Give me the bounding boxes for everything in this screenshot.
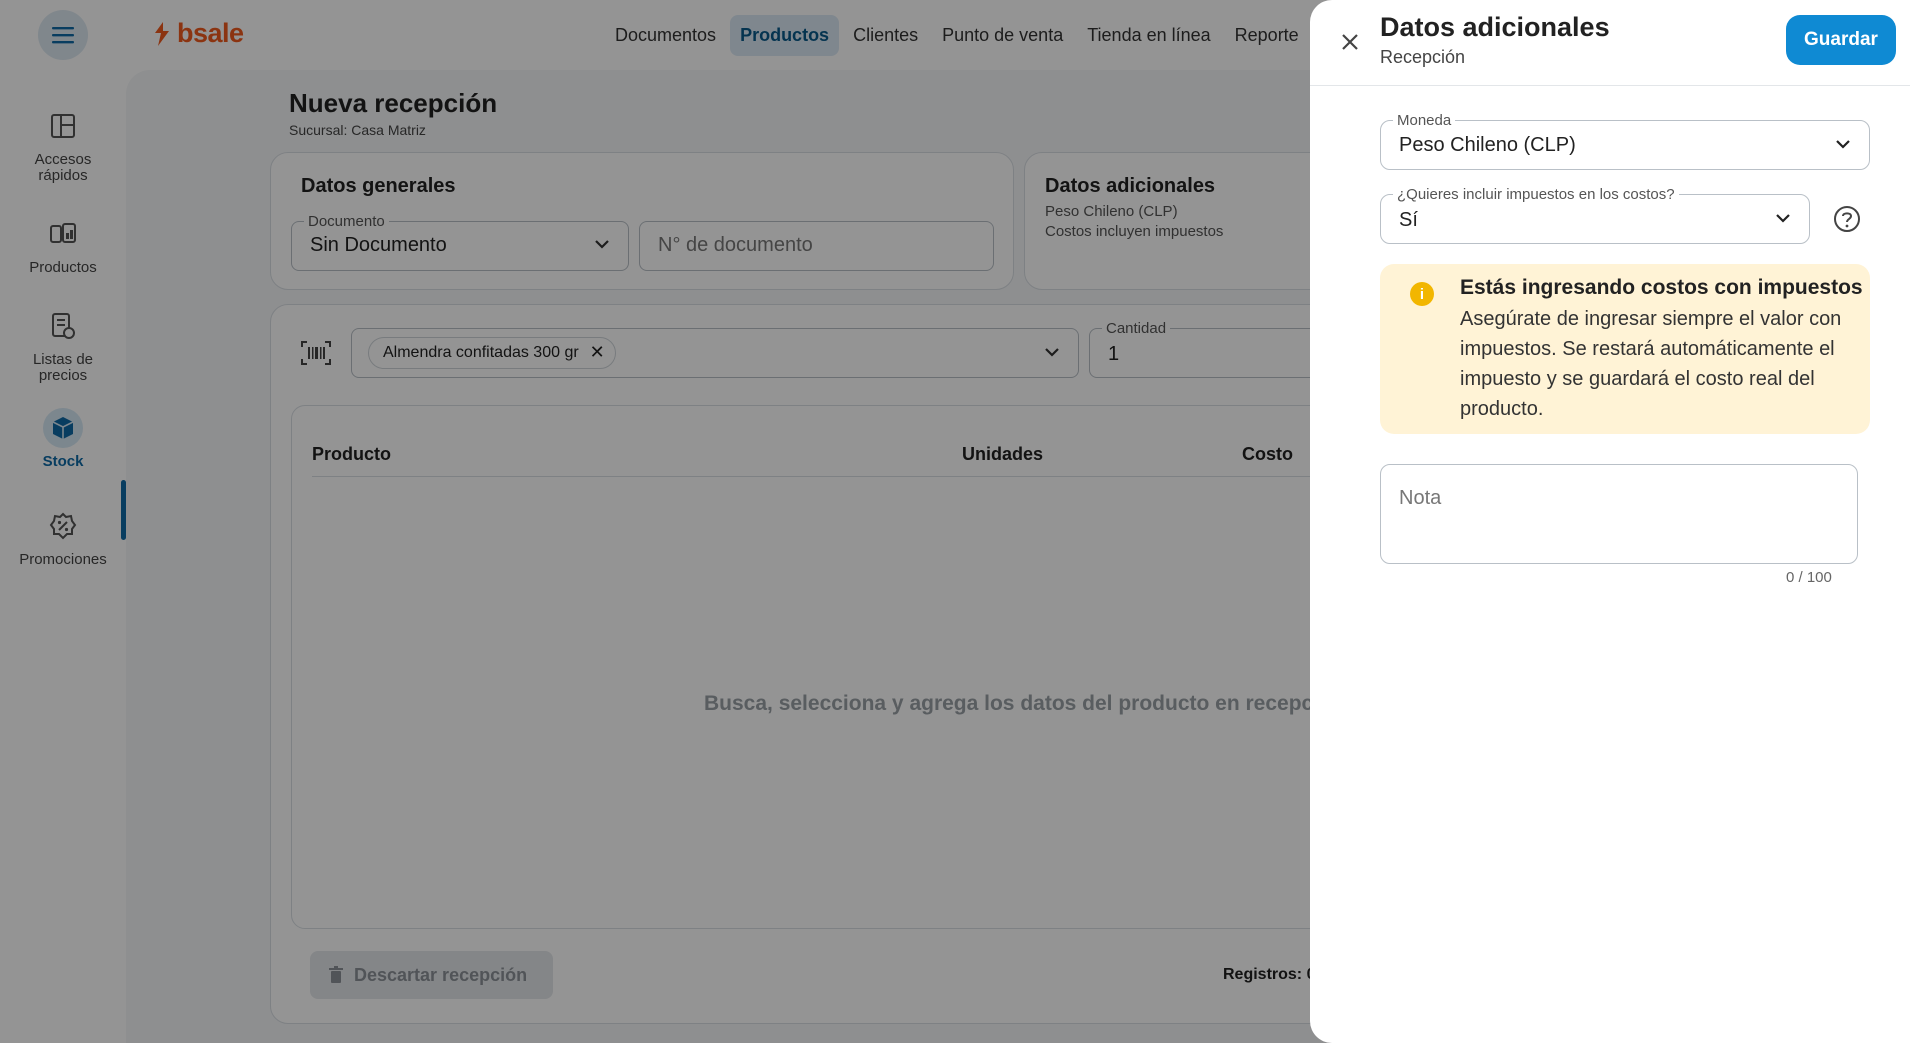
include-taxes-label: ¿Quieres incluir impuestos en los costos… <box>1393 186 1679 203</box>
include-taxes-value: Sí <box>1399 209 1418 231</box>
note-char-counter: 0 / 100 <box>1786 569 1832 586</box>
currency-value: Peso Chileno (CLP) <box>1399 134 1576 156</box>
alert-title: Estás ingresando costos con impuestos <box>1460 276 1863 299</box>
drawer-header: Datos adicionales Recepción Guardar <box>1310 0 1910 86</box>
drawer-subtitle: Recepción <box>1380 47 1466 67</box>
note-textarea[interactable]: Nota <box>1380 464 1858 564</box>
currency-label: Moneda <box>1393 112 1456 129</box>
drawer-title: Datos adicionales <box>1380 12 1610 42</box>
tax-warning-alert: i Estás ingresando costos con impuestos … <box>1380 264 1870 434</box>
include-taxes-select[interactable]: ¿Quieres incluir impuestos en los costos… <box>1380 186 1810 244</box>
info-icon: i <box>1410 282 1434 306</box>
help-icon[interactable] <box>1832 204 1862 234</box>
currency-select[interactable]: Moneda Peso Chileno (CLP) <box>1380 112 1870 170</box>
additional-data-drawer: Datos adicionales Recepción Guardar Mone… <box>1310 0 1910 1043</box>
save-button[interactable]: Guardar <box>1786 15 1896 65</box>
note-placeholder: Nota <box>1399 487 1442 509</box>
alert-body: Asegúrate de ingresar siempre el valor c… <box>1460 308 1842 420</box>
close-icon <box>1342 34 1358 50</box>
chevron-down-icon <box>1776 214 1790 223</box>
chevron-down-icon <box>1836 140 1850 149</box>
close-drawer-button[interactable] <box>1332 24 1368 60</box>
